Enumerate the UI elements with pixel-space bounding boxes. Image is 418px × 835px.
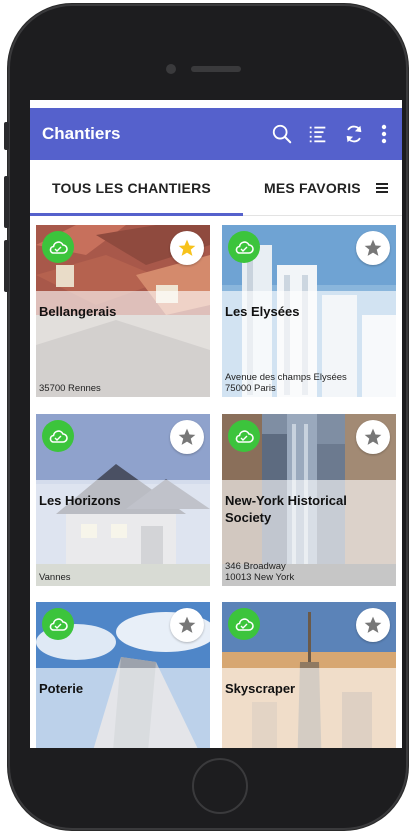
favorite-star-icon[interactable] bbox=[356, 420, 390, 454]
site-address: Vannes bbox=[39, 572, 71, 583]
cloud-sync-icon bbox=[42, 231, 74, 263]
site-card-les-elysees[interactable]: Les Elysées Avenue des champs Elysées 75… bbox=[222, 225, 396, 397]
favorite-star-icon[interactable] bbox=[356, 608, 390, 642]
volume-up-button bbox=[4, 176, 9, 228]
cloud-sync-icon bbox=[228, 420, 260, 452]
earpiece-speaker bbox=[191, 66, 241, 72]
home-button[interactable] bbox=[192, 758, 248, 814]
site-card-new-york-historical-society[interactable]: New-York Historical Society 346 Broadway… bbox=[222, 414, 396, 586]
menu-icon[interactable] bbox=[374, 180, 392, 196]
site-title: Skyscraper bbox=[225, 681, 296, 696]
sync-icon[interactable] bbox=[340, 120, 368, 148]
tab-favorites[interactable]: MES FAVORIS bbox=[264, 180, 361, 196]
cloud-sync-icon bbox=[42, 420, 74, 452]
site-card-poterie[interactable]: Poterie bbox=[36, 602, 210, 748]
favorite-star-icon[interactable] bbox=[356, 231, 390, 265]
mute-switch bbox=[4, 122, 9, 150]
site-title: Les Horizons bbox=[39, 493, 121, 508]
site-title: New-York Historical Society bbox=[225, 493, 347, 525]
site-title: Bellangerais bbox=[39, 304, 117, 319]
cloud-sync-icon bbox=[228, 608, 260, 640]
tab-all-sites[interactable]: TOUS LES CHANTIERS bbox=[52, 180, 211, 196]
app-bar: Chantiers bbox=[30, 108, 402, 160]
site-title: Les Elysées bbox=[225, 304, 300, 319]
site-address: 346 Broadway 10013 New York bbox=[225, 561, 295, 583]
filter-list-icon[interactable] bbox=[304, 120, 332, 148]
site-address: 35700 Rennes bbox=[39, 383, 101, 394]
site-card-bellangerais[interactable]: Bellangerais 35700 Rennes bbox=[36, 225, 210, 397]
site-card-skyscraper[interactable]: Skyscraper bbox=[222, 602, 396, 748]
tab-bar: TOUS LES CHANTIERS MES FAVORIS bbox=[30, 160, 402, 216]
app-bar-actions bbox=[260, 120, 392, 148]
favorite-star-icon[interactable] bbox=[170, 420, 204, 454]
search-icon[interactable] bbox=[268, 120, 296, 148]
site-card-les-horizons[interactable]: Les Horizons Vannes bbox=[36, 414, 210, 586]
volume-down-button bbox=[4, 240, 9, 292]
app-screen: Chantiers TOUS LES CHANTIERS MES FAVORIS bbox=[30, 100, 402, 748]
favorite-star-icon[interactable] bbox=[170, 608, 204, 642]
more-vert-icon[interactable] bbox=[376, 120, 392, 148]
site-address: Avenue des champs Elysées 75000 Paris bbox=[225, 372, 347, 394]
app-title: Chantiers bbox=[42, 124, 121, 143]
cloud-sync-icon bbox=[228, 231, 260, 263]
active-tab-indicator bbox=[30, 213, 243, 216]
site-title: Poterie bbox=[39, 681, 84, 696]
front-camera bbox=[166, 64, 176, 74]
status-bar bbox=[30, 100, 402, 108]
favorite-star-icon[interactable] bbox=[170, 231, 204, 265]
cloud-sync-icon bbox=[42, 608, 74, 640]
